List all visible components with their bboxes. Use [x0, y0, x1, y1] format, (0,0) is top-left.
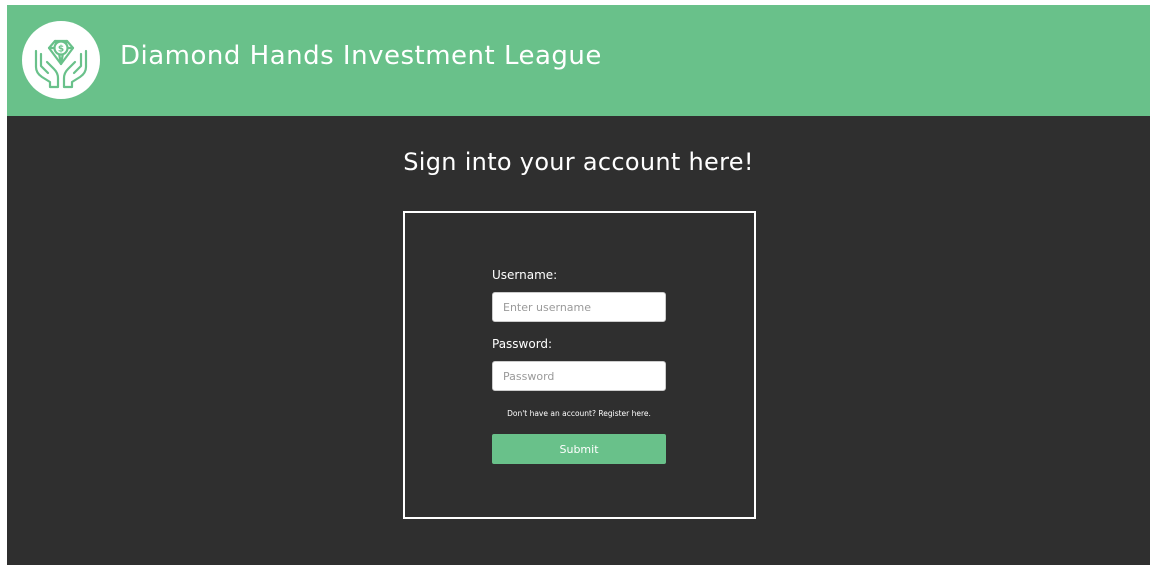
register-link[interactable]: Register here. [598, 409, 651, 418]
password-label: Password: [492, 337, 553, 351]
password-input[interactable] [492, 361, 666, 391]
login-form: Username: Password: Don't have an accoun… [403, 211, 756, 519]
diamond-dollar-hands-icon: $ [34, 39, 88, 89]
submit-button[interactable]: Submit [492, 434, 666, 464]
site-header: $ Diamond Hands Investment League [7, 5, 1150, 116]
logo: $ [22, 21, 100, 99]
register-prompt-line: Don't have an account? Register here. [492, 408, 666, 420]
username-label: Username: [492, 268, 558, 282]
register-prompt: Don't have an account? [507, 409, 596, 418]
app-frame: $ Diamond Hands Investment League Sign i… [7, 5, 1150, 565]
page-title: Sign into your account here! [403, 148, 754, 176]
svg-text:$: $ [58, 45, 64, 55]
username-input[interactable] [492, 292, 666, 322]
site-title: Diamond Hands Investment League [120, 41, 602, 71]
